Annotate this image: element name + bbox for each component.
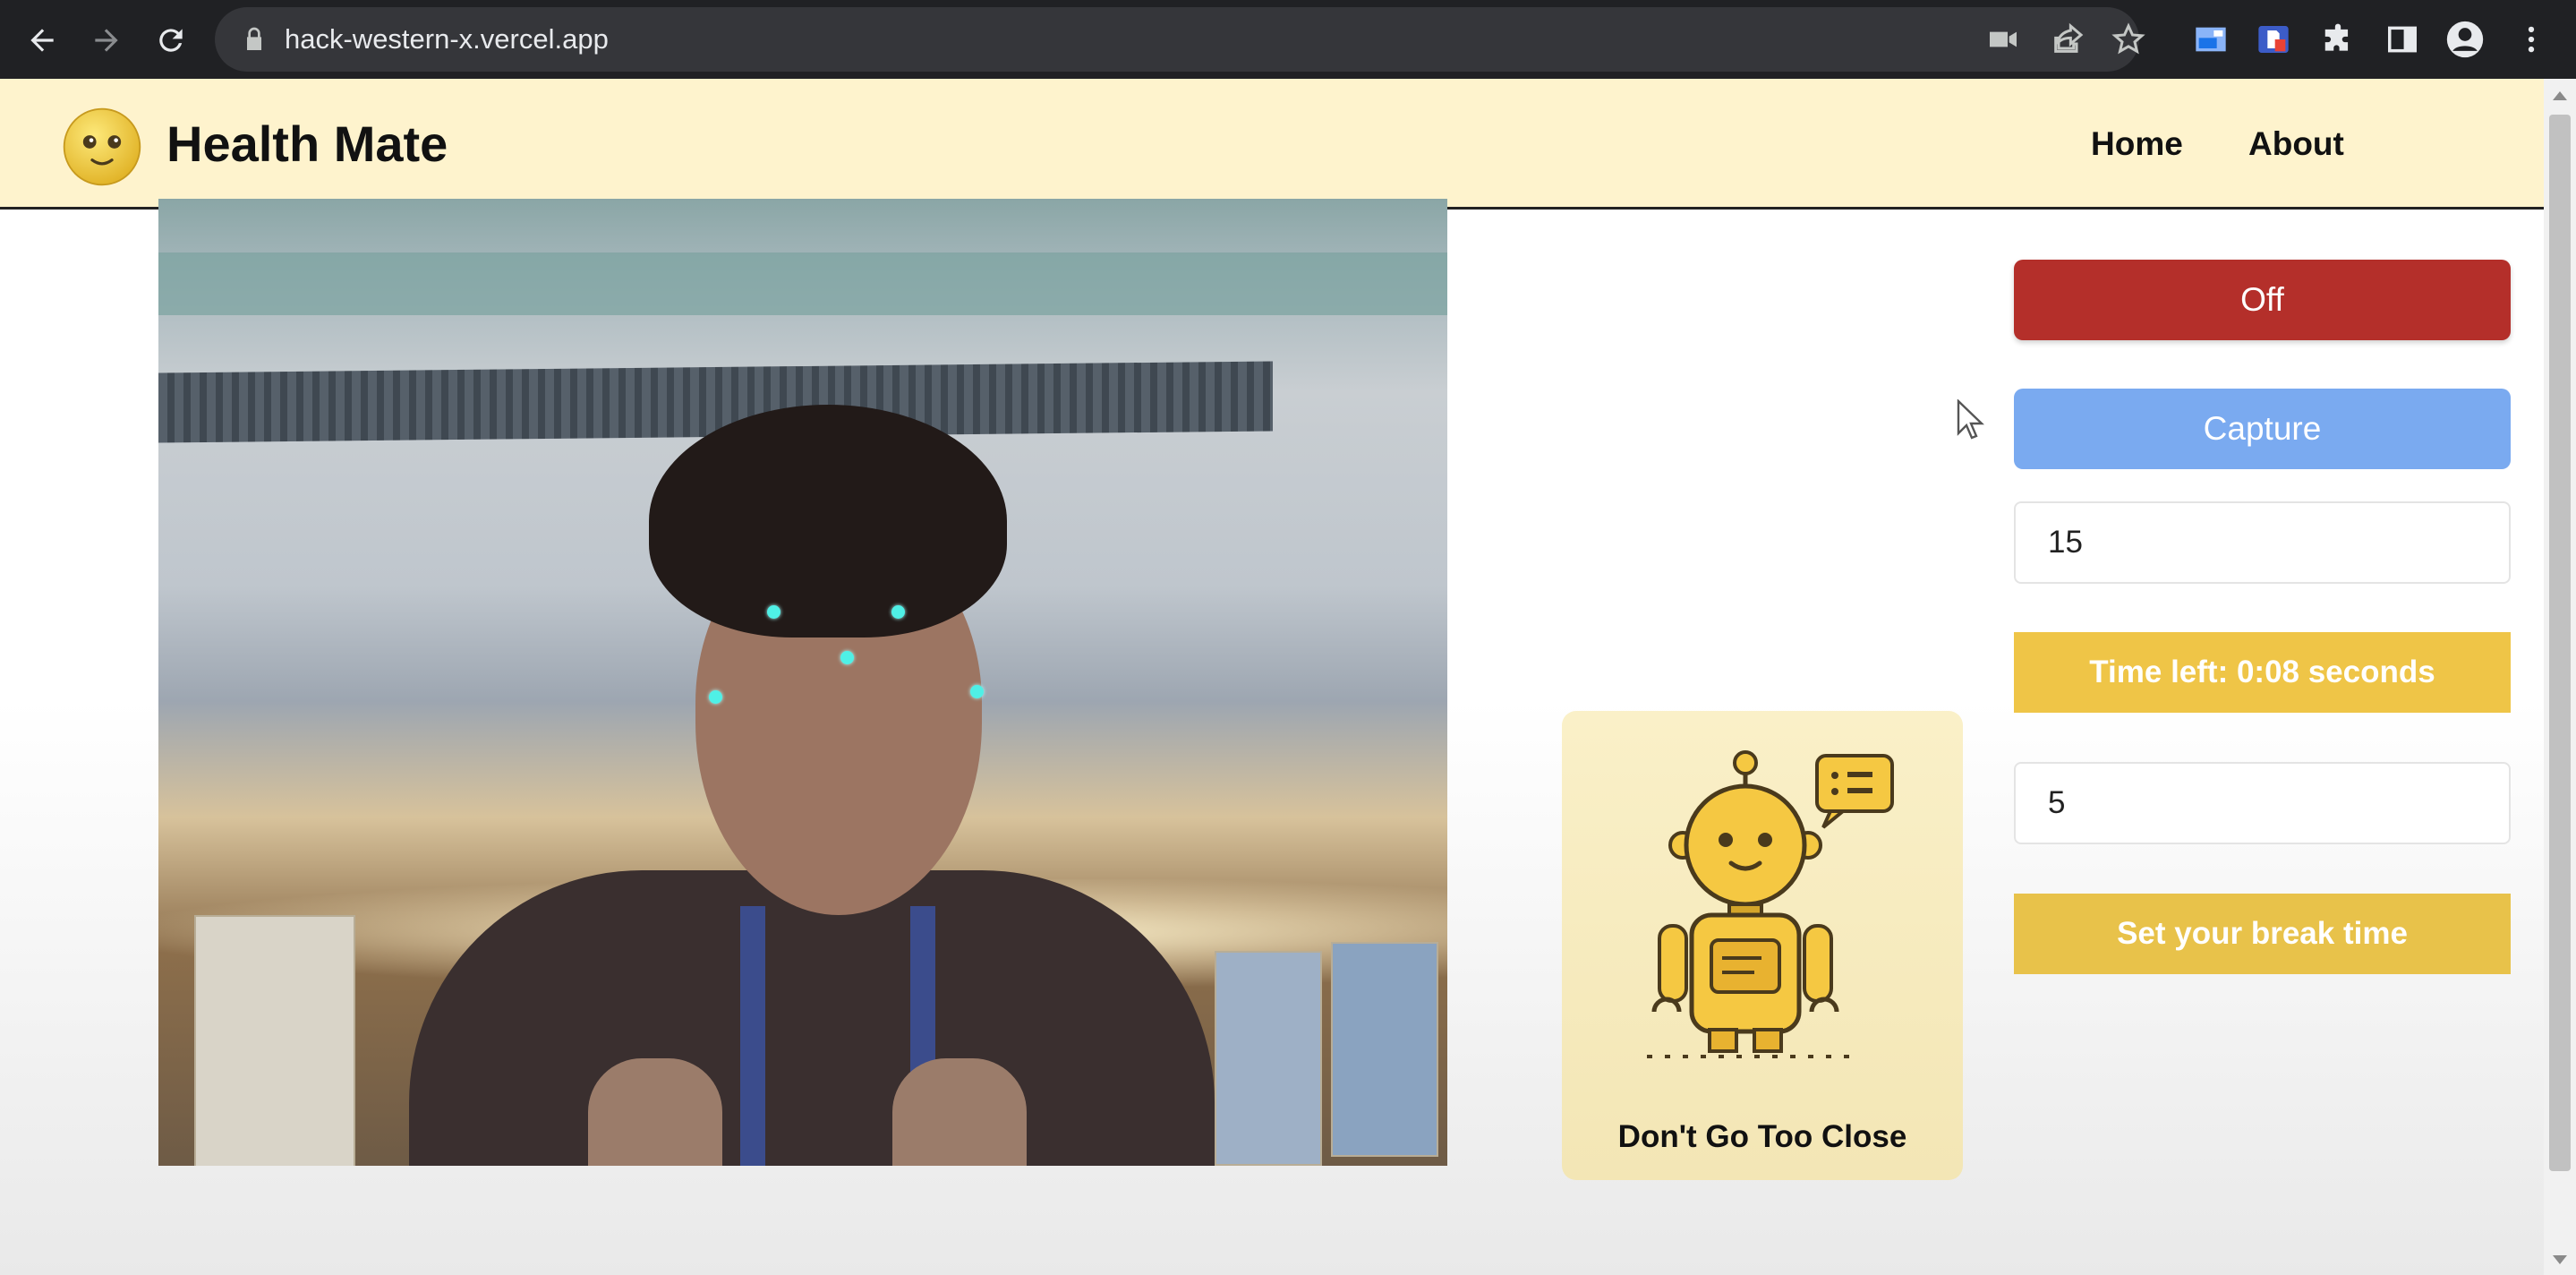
extension-icon-2[interactable] xyxy=(2252,18,2295,61)
face-landmark xyxy=(970,685,984,698)
video-background xyxy=(158,252,1447,315)
smiley-logo-icon[interactable] xyxy=(61,106,143,188)
toggle-off-button[interactable]: Off xyxy=(2014,260,2511,340)
interval-input[interactable]: 15 xyxy=(2014,501,2511,584)
reload-icon[interactable] xyxy=(145,14,197,66)
capture-button[interactable]: Capture xyxy=(2014,389,2511,469)
face-landmark xyxy=(891,605,905,619)
scroll-thumb[interactable] xyxy=(2549,115,2571,1171)
webcam-feed xyxy=(158,199,1447,1166)
camera-icon[interactable] xyxy=(1985,21,2021,57)
side-panel-icon[interactable] xyxy=(2381,18,2424,61)
star-icon[interactable] xyxy=(2111,21,2146,57)
timer-display: Time left: 0:08 seconds xyxy=(2014,632,2511,713)
menu-icon[interactable] xyxy=(2510,18,2553,61)
brand-title[interactable]: Health Mate xyxy=(166,115,448,173)
browser-toolbar: hack-western-x.vercel.app xyxy=(0,0,2576,79)
person-silhouette xyxy=(409,405,1215,1166)
puzzle-icon[interactable] xyxy=(2316,18,2359,61)
robot-icon xyxy=(1647,750,1894,1058)
address-bar[interactable]: hack-western-x.vercel.app xyxy=(215,7,2145,72)
page-scrollbar[interactable] xyxy=(2544,79,2576,1275)
url-text: hack-western-x.vercel.app xyxy=(285,23,609,55)
lock-icon[interactable] xyxy=(240,25,269,54)
robot-caption: Don't Go Too Close xyxy=(1617,1119,1907,1154)
robot-warning-card: Don't Go Too Close xyxy=(1562,711,1963,1180)
nav-home[interactable]: Home xyxy=(2091,125,2183,163)
face-landmark xyxy=(840,651,854,664)
extension-icon-1[interactable] xyxy=(2189,18,2232,61)
scroll-up-icon[interactable] xyxy=(2553,91,2567,100)
share-icon[interactable] xyxy=(2050,21,2086,57)
page-viewport: Health Mate Home About Don't Go Too Clos… xyxy=(0,79,2576,1275)
scroll-down-icon[interactable] xyxy=(2553,1255,2567,1264)
nav-about[interactable]: About xyxy=(2248,125,2344,163)
forward-icon[interactable] xyxy=(81,14,132,66)
face-landmark xyxy=(767,605,780,619)
profile-icon[interactable] xyxy=(2444,18,2486,61)
back-icon[interactable] xyxy=(16,14,68,66)
face-landmark xyxy=(709,690,722,704)
break-time-input[interactable]: 5 xyxy=(2014,762,2511,844)
set-break-time-button[interactable]: Set your break time xyxy=(2014,894,2511,974)
app-header: Health Mate Home About xyxy=(0,79,2544,210)
mouse-cursor-icon xyxy=(1957,399,1984,440)
